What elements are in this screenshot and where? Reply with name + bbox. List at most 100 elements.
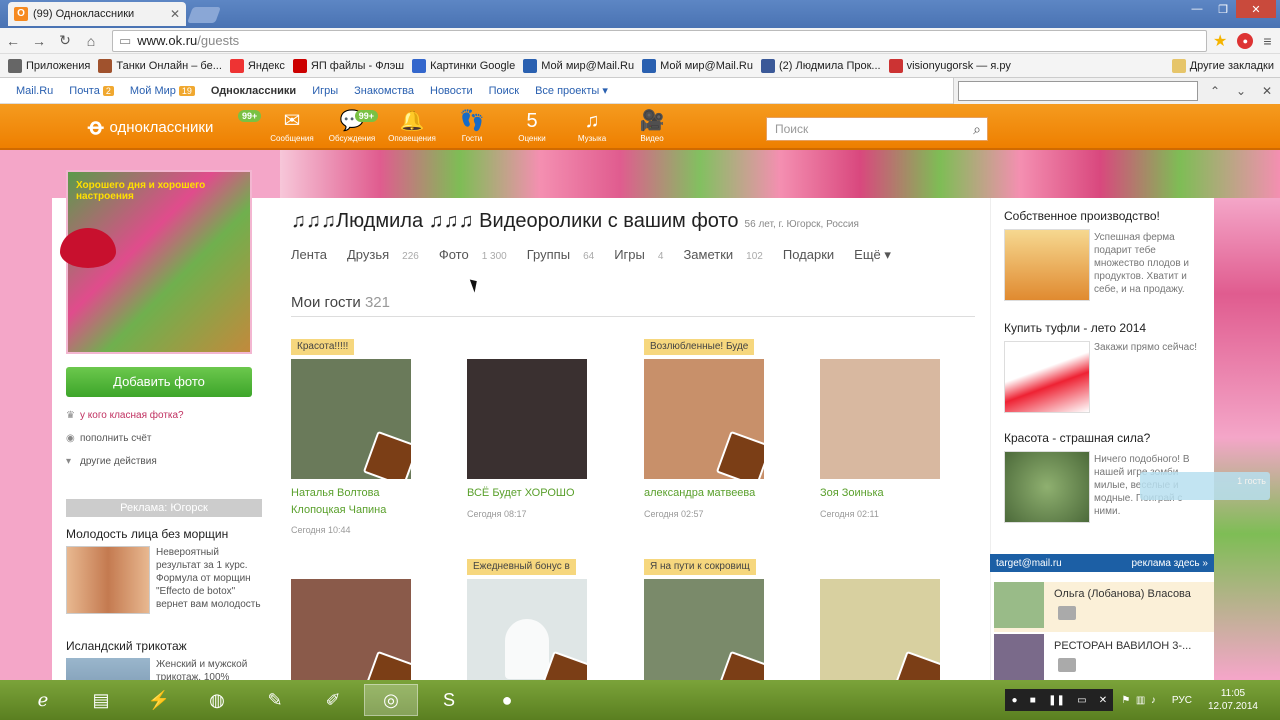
ok-nav-item[interactable]: 🎥 Видео <box>622 108 682 143</box>
globe-icon[interactable]: ◍ <box>190 684 244 716</box>
guest-name[interactable]: Зоя Зоинька <box>820 485 940 502</box>
ok-logo[interactable]: ꝋ одноклассники <box>88 114 213 140</box>
guest-photo[interactable] <box>820 359 940 479</box>
home-icon[interactable]: ⌂ <box>78 33 104 49</box>
bookmark-item[interactable]: Картинки Google <box>412 58 515 73</box>
ok-search-input[interactable]: Поиск ⌕ <box>766 117 988 141</box>
bookmark-item[interactable]: visionyugorsk — я.ру <box>888 58 1011 73</box>
link-other-actions[interactable]: ▾ другие действия <box>66 456 157 467</box>
ad1-title[interactable]: Молодость лица без морщин <box>66 527 228 541</box>
bookmark-item[interactable]: Мой мир@Mail.Ru <box>523 58 634 73</box>
link-pochta[interactable]: Почта 2 <box>69 85 114 97</box>
search-icon[interactable]: ⌕ <box>973 121 981 138</box>
find-prev-icon[interactable]: ⌃ <box>1202 84 1228 98</box>
link-cool-photo[interactable]: ♛ у кого класная фотка? <box>66 410 184 421</box>
menu-icon[interactable]: ≡ <box>1263 33 1271 49</box>
bookmark-item[interactable]: Танки Онлайн – бе... <box>98 58 222 73</box>
ok-nav-item[interactable]: ♫ Музыка <box>562 108 622 143</box>
rad3-title[interactable]: Красота - страшная сила? <box>1004 431 1150 445</box>
rad3-image[interactable] <box>1004 451 1090 523</box>
bookmark-item[interactable]: Яндекс <box>229 58 285 73</box>
friend-item[interactable]: Ольга (Лобанова) Власова <box>994 582 1214 632</box>
rad2-title[interactable]: Купить туфли - лето 2014 <box>1004 321 1146 335</box>
rad1-title[interactable]: Собственное производство! <box>1004 209 1160 223</box>
add-photo-button[interactable]: Добавить фото <box>66 367 252 397</box>
network-icon[interactable]: ▥ <box>1136 695 1145 706</box>
recorder-icon[interactable]: ● <box>480 684 534 716</box>
guest-photo[interactable] <box>644 359 764 479</box>
bookmark-item[interactable]: (2) Людмила Прок... <box>761 58 881 73</box>
rad1-image[interactable] <box>1004 229 1090 301</box>
profile-tab[interactable]: Фото 1 300 <box>439 247 517 263</box>
find-close-icon[interactable]: ✕ <box>1254 84 1280 98</box>
rad2-image[interactable] <box>1004 341 1090 413</box>
bookmark-item[interactable]: ЯП файлы - Флэш <box>292 58 404 73</box>
link-top-up[interactable]: ◉ пополнить счёт <box>66 433 151 444</box>
profile-name[interactable]: ♫♫♫Людмила ♫♫♫ Видеоролики с вашим фото <box>291 210 739 232</box>
new-tab-button[interactable] <box>187 7 221 23</box>
find-next-icon[interactable]: ⌄ <box>1228 84 1254 98</box>
profile-tab[interactable]: Группы 64 <box>527 247 604 263</box>
tab-title: (99) Одноклассники <box>33 8 135 20</box>
message-icon[interactable] <box>1058 658 1076 672</box>
app-icon[interactable]: ⚡ <box>132 684 186 716</box>
guest-name[interactable]: александра матвеева <box>644 485 764 502</box>
profile-tab[interactable]: Ещё ▾ <box>854 247 901 263</box>
find-input[interactable] <box>958 81 1198 101</box>
link-poisk[interactable]: Поиск <box>489 85 519 97</box>
close-window-icon[interactable]: ✕ <box>1236 0 1276 18</box>
friend-item[interactable]: РЕСТОРАН ВАВИЛОН 3-... <box>994 634 1214 684</box>
guests-count: 321 <box>364 294 390 311</box>
guest-name[interactable]: Наталья Волтова Клопоцкая Чапина <box>291 485 411 519</box>
volume-icon[interactable]: ♪ <box>1151 695 1156 706</box>
chrome-icon[interactable]: ◎ <box>364 684 418 716</box>
link-odnoklassniki[interactable]: Одноклассники <box>211 85 296 97</box>
forward-arrow-icon[interactable]: → <box>26 33 52 49</box>
bookmark-item[interactable]: Мой мир@Mail.Ru <box>642 58 753 73</box>
media-controls[interactable]: ● ■ ❚❚ ▭ ✕ <box>1005 689 1114 711</box>
notes-icon[interactable]: ✐ <box>306 684 360 716</box>
link-all-projects[interactable]: Все проекты ▾ <box>535 84 608 97</box>
link-novosti[interactable]: Новости <box>430 85 473 97</box>
close-tab-icon[interactable]: ✕ <box>170 7 180 21</box>
ok-nav-item[interactable]: 🔔 Оповещения <box>382 108 442 143</box>
guest-photo[interactable] <box>291 359 411 479</box>
guest-photo[interactable] <box>467 359 587 479</box>
link-mailru[interactable]: Mail.Ru <box>16 85 53 97</box>
profile-tab[interactable]: Лента <box>291 247 337 263</box>
extension-icon[interactable]: ● <box>1237 32 1254 49</box>
ok-nav-item[interactable]: ✉ Сообщения <box>262 108 322 143</box>
link-moimir[interactable]: Мой Мир 19 <box>130 85 195 97</box>
floating-guest-badge[interactable]: 1 гость <box>1140 472 1270 500</box>
paint-icon[interactable]: ✎ <box>248 684 302 716</box>
ie-icon[interactable]: ℯ <box>16 684 70 716</box>
profile-tab[interactable]: Друзья 226 <box>347 247 429 263</box>
message-icon[interactable] <box>1058 606 1076 620</box>
reload-icon[interactable]: ↻ <box>52 32 78 49</box>
ad1-image[interactable] <box>66 546 150 614</box>
link-znakomstva[interactable]: Знакомства <box>354 85 414 97</box>
maximize-icon[interactable]: ❐ <box>1210 0 1236 18</box>
language-indicator[interactable]: РУС <box>1172 695 1192 706</box>
ok-nav-item[interactable]: 💬 Обсуждения 99+ <box>322 108 382 143</box>
profile-tab[interactable]: Подарки <box>783 247 844 263</box>
minimize-icon[interactable]: — <box>1184 0 1210 18</box>
bookmark-star-icon[interactable]: ★ <box>1213 31 1227 51</box>
ok-nav-item[interactable]: 5 Оценки <box>502 108 562 143</box>
ok-nav-item[interactable]: 👣 Гости <box>442 108 502 143</box>
explorer-icon[interactable]: ▤ <box>74 684 128 716</box>
back-arrow-icon[interactable]: ← <box>0 33 26 49</box>
browser-tab[interactable]: О (99) Одноклассники ✕ <box>8 2 186 26</box>
link-igry[interactable]: Игры <box>312 85 338 97</box>
profile-tab[interactable]: Игры 4 <box>614 247 673 263</box>
other-bookmarks[interactable]: Другие закладки <box>1171 58 1274 73</box>
guest-name[interactable]: ВСЁ Будет ХОРОШО <box>467 485 587 502</box>
ad2-title[interactable]: Исландский трикотаж <box>66 639 187 653</box>
profile-tab[interactable]: Заметки 102 <box>683 247 772 263</box>
flag-icon[interactable]: ⚑ <box>1121 695 1130 706</box>
ad-here-link[interactable]: реклама здесь » <box>1131 558 1208 569</box>
address-bar[interactable]: ▭ www.ok.ru/guests <box>112 29 1207 52</box>
skype-icon[interactable]: S <box>422 684 476 716</box>
clock[interactable]: 11:05 12.07.2014 <box>1208 687 1258 713</box>
bookmark-item[interactable]: Приложения <box>8 58 90 73</box>
